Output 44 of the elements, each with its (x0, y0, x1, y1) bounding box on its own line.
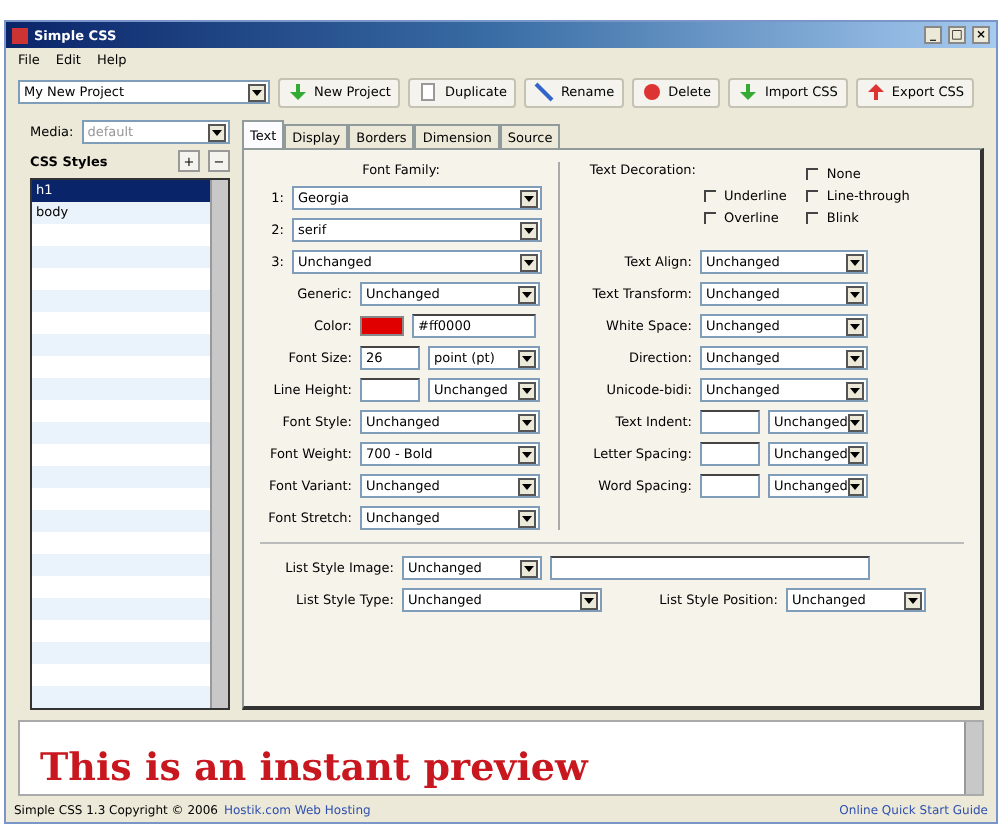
image-url-field[interactable] (550, 556, 870, 580)
arrow-icon (738, 82, 759, 102)
size-field[interactable] (700, 410, 760, 434)
arrow-icon (288, 82, 308, 102)
dropdown-arrow-icon (518, 349, 536, 367)
dropdown-arrow-icon (518, 509, 536, 527)
preview-text: This is an instant preview (38, 744, 591, 794)
dropdown-arrow-icon (904, 591, 922, 609)
scrollbar[interactable] (964, 722, 982, 794)
dropdown-arrow-icon (846, 253, 864, 271)
dropdown-arrow-icon (847, 445, 864, 463)
circle-icon (642, 82, 663, 102)
dropdown-arrow-icon (580, 591, 598, 609)
dropdown-arrow-icon (518, 413, 536, 431)
dropdown-arrow-icon (520, 189, 538, 207)
dropdown-arrow-icon (207, 123, 226, 141)
dropdown-arrow-icon (520, 253, 538, 271)
arrow-icon (865, 82, 886, 102)
dropdown-arrow-icon (520, 559, 538, 577)
size-field[interactable] (360, 378, 420, 402)
dropdown-arrow-icon (847, 477, 864, 495)
checkbox[interactable] (806, 212, 819, 224)
dropdown-arrow-icon (518, 445, 536, 463)
app-icon (12, 27, 28, 43)
checkbox[interactable] (806, 168, 819, 180)
dropdown-arrow-icon (518, 477, 536, 495)
dropdown-arrow-icon (846, 317, 864, 335)
color-swatch[interactable] (360, 316, 404, 336)
page-icon (418, 82, 439, 102)
pencil-icon (534, 82, 555, 102)
dropdown-arrow-icon (846, 349, 864, 367)
scrollbar[interactable] (210, 180, 228, 708)
dropdown-arrow-icon (520, 221, 538, 239)
dropdown-arrow-icon (847, 413, 864, 431)
dropdown-arrow-icon (248, 83, 266, 101)
checkbox[interactable] (806, 190, 819, 202)
dropdown-arrow-icon (846, 381, 864, 399)
checkbox[interactable] (704, 190, 716, 202)
size-field[interactable] (700, 442, 760, 466)
dropdown-arrow-icon (518, 285, 536, 303)
dropdown-arrow-icon (518, 381, 536, 399)
checkbox[interactable] (704, 212, 716, 224)
size-field[interactable] (700, 474, 760, 498)
dropdown-arrow-icon (846, 285, 864, 303)
